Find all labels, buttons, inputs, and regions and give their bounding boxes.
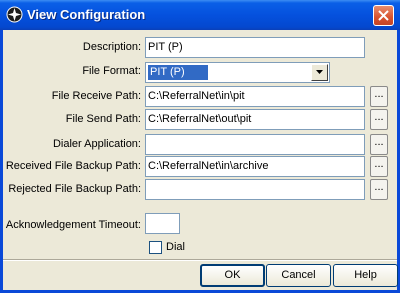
dial-label[interactable]: Dial <box>166 241 185 253</box>
title-bar[interactable]: View Configuration <box>0 0 400 30</box>
button-separator <box>3 259 397 261</box>
acknowledgement-timeout-field[interactable] <box>145 213 180 234</box>
ok-button[interactable]: OK <box>200 264 265 287</box>
ok-button-label: OK <box>224 269 241 281</box>
description-field[interactable]: PIT (P) <box>145 37 365 58</box>
file-format-dropdown-button[interactable] <box>311 64 328 81</box>
file-send-path-field[interactable]: C:\ReferralNet\out\pit <box>145 109 365 130</box>
help-button-label: Help <box>354 269 377 281</box>
file-format-selected-value: PIT (P) <box>148 65 208 80</box>
dial-checkbox[interactable] <box>149 241 162 254</box>
file-receive-path-field[interactable]: C:\ReferralNet\in\pit <box>145 86 365 107</box>
close-icon <box>378 10 389 21</box>
dialer-application-field[interactable] <box>145 134 365 155</box>
cancel-button-label: Cancel <box>281 269 316 281</box>
rejected-file-backup-path-field[interactable] <box>145 179 365 200</box>
file-send-path-label: File Send Path: <box>65 113 141 125</box>
app-icon <box>6 6 23 23</box>
cancel-button[interactable]: Cancel <box>266 264 331 287</box>
window-title: View Configuration <box>27 7 146 22</box>
dialog-client-area: Description: PIT (P) File Format: PIT (P… <box>3 30 398 290</box>
received-file-backup-path-field[interactable]: C:\ReferralNet\in\archive <box>145 156 365 177</box>
file-receive-path-browse-button[interactable]: ... <box>370 86 388 107</box>
description-label: Description: <box>82 41 141 53</box>
dialog-window: View Configuration Description: PIT (P) … <box>0 0 400 293</box>
rejected-file-backup-path-browse-button[interactable]: ... <box>370 179 388 200</box>
file-receive-path-label: File Receive Path: <box>51 90 141 102</box>
file-send-path-browse-button[interactable]: ... <box>370 109 388 130</box>
dialer-application-browse-button[interactable]: ... <box>370 134 388 155</box>
file-format-select[interactable]: PIT (P) <box>145 62 330 83</box>
rejected-file-backup-path-label: Rejected File Backup Path: <box>8 183 141 195</box>
received-file-backup-path-label: Received File Backup Path: <box>5 160 141 172</box>
received-file-backup-path-browse-button[interactable]: ... <box>370 156 388 177</box>
chevron-down-icon <box>316 70 323 74</box>
file-format-label: File Format: <box>82 65 141 77</box>
dialer-application-label: Dialer Application: <box>52 138 141 150</box>
close-button[interactable] <box>373 5 394 26</box>
help-button[interactable]: Help <box>333 264 398 287</box>
acknowledgement-timeout-label: Acknowledgement Timeout: <box>5 219 141 231</box>
